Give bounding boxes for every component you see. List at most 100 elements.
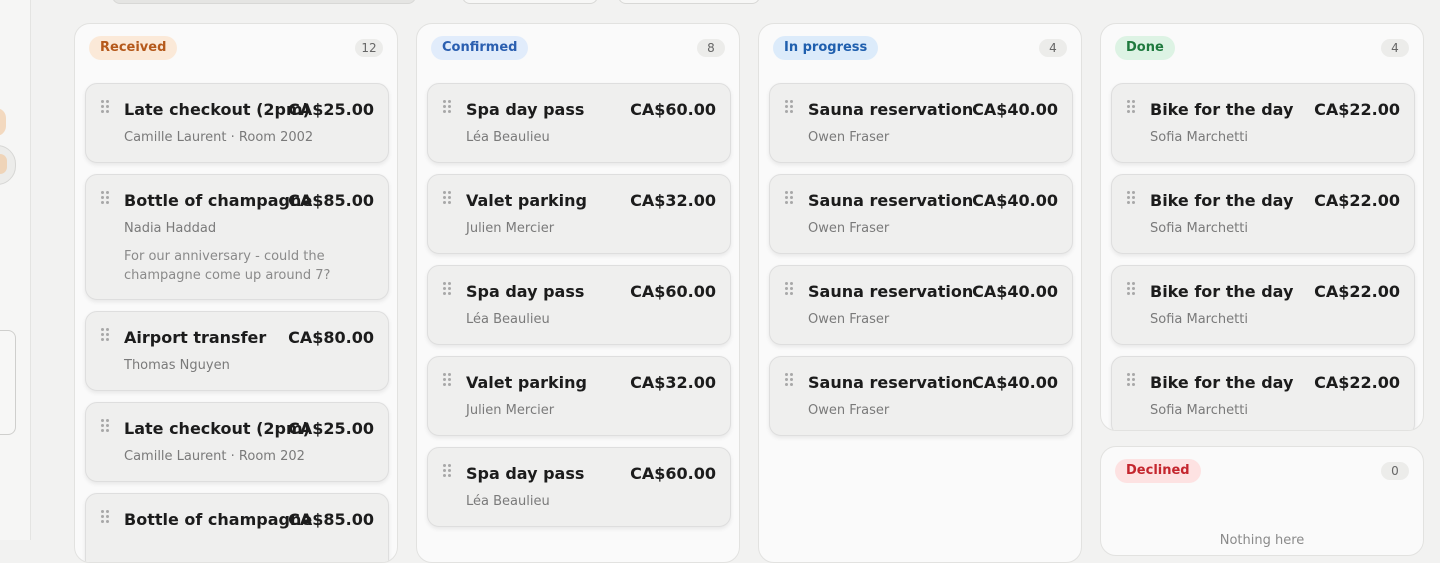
- card-title: Airport transfer: [124, 328, 267, 347]
- status-badge: Confirmed: [431, 36, 529, 60]
- drag-handle-icon[interactable]: [443, 191, 453, 205]
- card-guest: Owen Fraser: [808, 221, 890, 236]
- card-guest: Nadia Haddad: [124, 221, 217, 236]
- card-title: Spa day pass: [466, 100, 585, 119]
- drag-handle-icon[interactable]: [1127, 373, 1137, 387]
- card-price: CA$85.00: [288, 191, 374, 210]
- column-header: Received 12: [75, 24, 397, 78]
- card-price: CA$80.00: [288, 328, 374, 347]
- drag-handle-icon[interactable]: [785, 373, 795, 387]
- drag-handle-icon[interactable]: [101, 510, 111, 524]
- sidebar-panel: [0, 330, 16, 435]
- card-guest: Sofia Marchetti: [1150, 403, 1248, 418]
- drag-handle-icon[interactable]: [1127, 100, 1137, 114]
- request-card[interactable]: Bottle of champagne CA$85.00: [85, 493, 389, 562]
- request-card[interactable]: Spa day pass CA$60.00 Léa Beaulieu: [427, 83, 731, 163]
- filter-pill[interactable]: [462, 0, 598, 4]
- card-title: Bike for the day: [1150, 191, 1294, 210]
- card-note: For our anniversary - could the champagn…: [124, 249, 331, 283]
- card-price: CA$25.00: [288, 419, 374, 438]
- card-price: CA$32.00: [630, 191, 716, 210]
- request-card[interactable]: Sauna reservation CA$40.00 Owen Fraser: [769, 265, 1073, 345]
- drag-handle-icon[interactable]: [443, 464, 453, 478]
- column-header: Declined 0: [1101, 447, 1423, 501]
- card-title: Bike for the day: [1150, 282, 1294, 301]
- request-card[interactable]: Bike for the day CA$22.00 Sofia Marchetti: [1111, 265, 1415, 345]
- column-count: 4: [1381, 39, 1409, 57]
- card-guest: Sofia Marchetti: [1150, 221, 1248, 236]
- empty-state-text: Nothing here: [1219, 533, 1305, 548]
- drag-handle-icon[interactable]: [101, 419, 111, 433]
- card-price: CA$60.00: [630, 464, 716, 483]
- request-card[interactable]: Bottle of champagne CA$85.00 Nadia Haddad F…: [85, 174, 389, 300]
- card-title: Late checkout (2pm): [124, 100, 310, 119]
- card-guest: Léa Beaulieu: [466, 312, 550, 327]
- column-count: 12: [355, 39, 383, 57]
- column-received: Received 12 Late checkout (2pm) CA$25.00 Cam…: [74, 23, 398, 563]
- request-card[interactable]: Sauna reservation CA$40.00 Owen Fraser: [769, 356, 1073, 436]
- card-guest: Léa Beaulieu: [466, 494, 550, 509]
- drag-handle-icon[interactable]: [443, 100, 453, 114]
- card-price: CA$40.00: [972, 100, 1058, 119]
- card-guest: Camille Laurent · Room 202: [124, 449, 305, 464]
- card-title: Valet parking: [466, 373, 587, 392]
- request-card[interactable]: Valet parking CA$32.00 Julien Mercier: [427, 356, 731, 436]
- card-price: CA$60.00: [630, 100, 716, 119]
- column-count: 8: [697, 39, 725, 57]
- card-title: Bottle of champagne: [124, 191, 313, 210]
- request-card[interactable]: Spa day pass CA$60.00 Léa Beaulieu: [427, 265, 731, 345]
- card-title: Sauna reservation: [808, 100, 974, 119]
- column-header: Done 4: [1101, 24, 1423, 78]
- status-badge: Done: [1115, 36, 1175, 60]
- card-title: Bottle of champagne: [124, 510, 313, 529]
- column-count: 4: [1039, 39, 1067, 57]
- drag-handle-icon[interactable]: [443, 282, 453, 296]
- card-price: CA$22.00: [1314, 282, 1400, 301]
- card-guest: Sofia Marchetti: [1150, 130, 1248, 145]
- column-count: 0: [1381, 462, 1409, 480]
- request-card[interactable]: Bike for the day CA$22.00 Sofia Marchetti: [1111, 174, 1415, 254]
- drag-handle-icon[interactable]: [1127, 282, 1137, 296]
- drag-handle-icon[interactable]: [785, 191, 795, 205]
- status-badge: In progress: [773, 36, 879, 60]
- drag-handle-icon[interactable]: [443, 373, 453, 387]
- drag-handle-icon[interactable]: [101, 191, 111, 205]
- card-guest: Owen Fraser: [808, 312, 890, 327]
- drag-handle-icon[interactable]: [101, 100, 111, 114]
- card-title: Bike for the day: [1150, 100, 1294, 119]
- drag-handle-icon[interactable]: [785, 100, 795, 114]
- card-title: Valet parking: [466, 191, 587, 210]
- request-card[interactable]: Late checkout (2pm) CA$25.00 Camille Laure…: [85, 402, 389, 482]
- drag-handle-icon[interactable]: [785, 282, 795, 296]
- column-header: Confirmed 8: [417, 24, 739, 78]
- card-guest: Owen Fraser: [808, 130, 890, 145]
- card-guest: Sofia Marchetti: [1150, 312, 1248, 327]
- request-card[interactable]: Sauna reservation CA$40.00 Owen Fraser: [769, 83, 1073, 163]
- card-guest: Julien Mercier: [466, 221, 555, 236]
- column-in-progress: In progress 4 Sauna reservation CA$40.00 Owe…: [758, 23, 1082, 563]
- request-card[interactable]: Sauna reservation CA$40.00 Owen Fraser: [769, 174, 1073, 254]
- drag-handle-icon[interactable]: [101, 328, 111, 342]
- card-price: CA$32.00: [630, 373, 716, 392]
- card-guest: Léa Beaulieu: [466, 130, 550, 145]
- request-card[interactable]: Airport transfer CA$80.00 Thomas Nguyen: [85, 311, 389, 391]
- search-bar[interactable]: [112, 0, 416, 4]
- card-title: Sauna reservation: [808, 191, 974, 210]
- request-card[interactable]: Bike for the day CA$22.00 Sofia Marchetti: [1111, 356, 1415, 430]
- drag-handle-icon[interactable]: [1127, 191, 1137, 205]
- filter-pill[interactable]: [618, 0, 760, 4]
- card-price: CA$25.00: [288, 100, 374, 119]
- card-title: Spa day pass: [466, 464, 585, 483]
- card-guest: Julien Mercier: [466, 403, 555, 418]
- request-card[interactable]: Bike for the day CA$22.00 Sofia Marchetti: [1111, 83, 1415, 163]
- request-card[interactable]: Spa day pass CA$60.00 Léa Beaulieu: [427, 447, 731, 527]
- request-card[interactable]: Late checkout (2pm) CA$25.00 Camille Laure…: [85, 83, 389, 163]
- card-title: Bike for the day: [1150, 373, 1294, 392]
- card-title: Sauna reservation: [808, 282, 974, 301]
- card-price: CA$60.00: [630, 282, 716, 301]
- sidebar-rail: [0, 0, 31, 540]
- card-price: CA$85.00: [288, 510, 374, 529]
- card-price: CA$22.00: [1314, 373, 1400, 392]
- request-card[interactable]: Valet parking CA$32.00 Julien Mercier: [427, 174, 731, 254]
- card-price: CA$22.00: [1314, 191, 1400, 210]
